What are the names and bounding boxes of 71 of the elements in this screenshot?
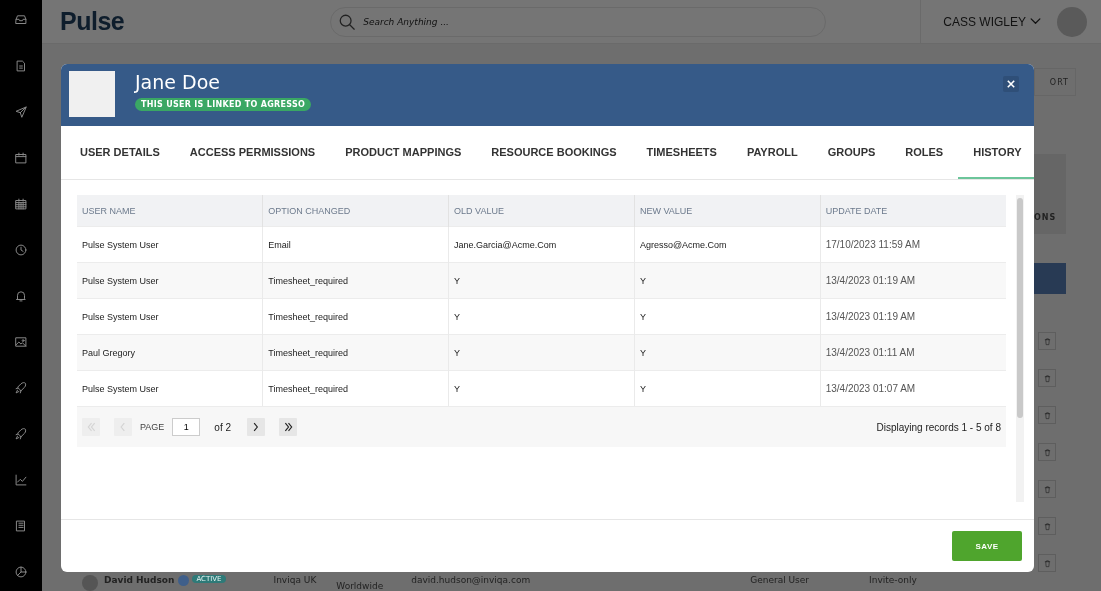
search-field[interactable]: Search Anything ... <box>330 6 827 37</box>
page-label: PAGE <box>140 422 165 432</box>
role: General User <box>750 575 810 585</box>
chart-icon[interactable] <box>14 473 28 487</box>
trash-icon <box>1042 521 1052 531</box>
company: Inviqa UK <box>273 575 317 585</box>
search-icon <box>338 12 357 31</box>
table-cell: Y <box>448 262 635 299</box>
rocket-icon[interactable] <box>14 381 28 395</box>
calendar-icon[interactable] <box>14 197 28 211</box>
records-summary: Displaying records 1 - 5 of 8 <box>876 421 1001 433</box>
table-cell: Paul Gregory <box>77 334 263 371</box>
region: Worldwide <box>336 581 384 591</box>
calendar-icon[interactable] <box>14 151 28 165</box>
image-icon[interactable] <box>14 335 28 349</box>
user-name: Jane Doe <box>135 71 220 93</box>
user-menu[interactable]: CASS WIGLEY <box>943 14 1026 29</box>
logo[interactable]: Pulse <box>60 7 125 36</box>
column-header: OLD VALUE <box>448 195 635 227</box>
table-cell: Timesheet_required <box>262 334 449 371</box>
tab[interactable]: HISTORY <box>958 126 1034 179</box>
pie-chart-icon[interactable] <box>14 565 28 579</box>
rocket-icon[interactable] <box>14 427 28 441</box>
page-count: of 2 <box>214 421 232 433</box>
bell-icon[interactable] <box>14 289 28 303</box>
email: david.hudson@inviqa.com <box>411 575 531 585</box>
table-cell: Y <box>448 334 635 371</box>
double-chevron-icon <box>85 422 97 432</box>
table-cell: Y <box>634 262 821 299</box>
chevron-down-icon <box>1030 18 1041 25</box>
table-cell: 13/4/2023 01:19 AM <box>820 262 1006 299</box>
page-field[interactable]: 1 <box>172 418 201 436</box>
table-cell: Timesheet_required <box>262 262 449 299</box>
column-header: USER NAME <box>77 195 263 227</box>
table-cell: Y <box>634 334 821 371</box>
table-cell: 13/4/2023 01:11 AM <box>820 334 1006 371</box>
inbox-icon[interactable] <box>14 13 28 27</box>
trash-icon <box>1042 373 1052 383</box>
tab[interactable]: PAYROLL <box>731 126 813 179</box>
user-name: David Hudson <box>104 575 175 585</box>
clock-icon[interactable] <box>14 243 28 257</box>
close-button[interactable] <box>1003 76 1019 92</box>
trash-icon <box>1042 558 1052 568</box>
column-label: ONS <box>1033 213 1057 222</box>
column-header: UPDATE DATE <box>820 195 1006 227</box>
tab[interactable]: USER DETAILS <box>65 126 175 179</box>
trash-icon <box>1042 410 1052 420</box>
tab[interactable]: ACCESS PERMISSIONS <box>174 126 331 179</box>
trash-icon <box>1042 336 1052 346</box>
column-header: OPTION CHANGED <box>262 195 449 227</box>
tab[interactable]: GROUPS <box>812 126 891 179</box>
document-icon[interactable] <box>14 59 28 73</box>
tab[interactable]: TIMESHEETS <box>631 126 732 179</box>
tab[interactable]: PRODUCT MAPPINGS <box>330 126 477 179</box>
scrollbar[interactable] <box>1016 195 1024 502</box>
initials-badge <box>178 575 190 586</box>
tab[interactable]: RESOURCE BOOKINGS <box>476 126 632 179</box>
trash-icon <box>1042 484 1052 494</box>
avatar <box>82 575 98 591</box>
send-icon[interactable] <box>14 105 28 119</box>
book-icon[interactable] <box>14 519 28 533</box>
tab[interactable]: ROLES <box>890 126 959 179</box>
double-chevron-icon <box>282 422 294 432</box>
next-page-button[interactable] <box>247 418 266 436</box>
column-header: NEW VALUE <box>634 195 821 227</box>
last-page-button[interactable] <box>279 418 298 436</box>
trash-icon <box>1042 447 1052 457</box>
access-type: Invite-only <box>869 575 917 585</box>
linked-badge: THIS USER IS LINKED TO AGRESSO <box>135 98 312 111</box>
close-icon <box>1007 80 1015 88</box>
table-cell: Pulse System User <box>77 262 263 299</box>
